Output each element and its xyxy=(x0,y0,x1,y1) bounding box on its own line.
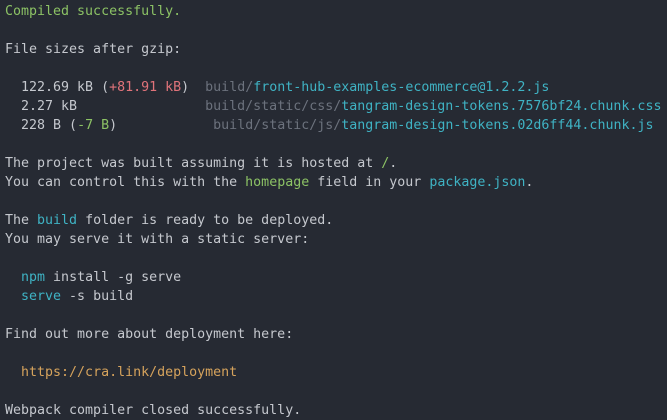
terminal-text: 2.27 kB xyxy=(5,99,206,114)
terminal-line: Compiled successfully. xyxy=(5,2,667,21)
terminal-text: ) xyxy=(181,80,206,95)
terminal-text: -s build xyxy=(61,289,134,304)
terminal-text: homepage xyxy=(245,175,310,190)
terminal-text: build xyxy=(37,213,78,228)
terminal-line: npm install -g serve xyxy=(5,268,667,287)
terminal-text: build/static/js/ xyxy=(213,118,342,133)
terminal-line: You may serve it with a static server: xyxy=(5,230,667,249)
terminal-text: Compiled successfully. xyxy=(5,4,182,19)
terminal-text: You may serve it with a static server: xyxy=(5,232,310,247)
terminal-text: 122.69 kB ( xyxy=(5,80,110,95)
terminal-line: serve -s build xyxy=(5,287,667,306)
terminal-line: 228 B (-7 B) build/static/js/tangram-des… xyxy=(5,116,667,135)
terminal-output: Compiled successfully. File sizes after g… xyxy=(0,0,667,420)
terminal-text: build/ xyxy=(205,80,254,95)
terminal-text: . xyxy=(525,175,534,190)
terminal-line: https://cra.link/deployment xyxy=(5,363,667,382)
terminal-line: 2.27 kB build/static/css/tangram-design-… xyxy=(5,97,667,116)
terminal-text: folder is ready to be deployed. xyxy=(77,213,334,228)
terminal-text: The project was built assuming it is hos… xyxy=(5,156,382,171)
terminal-line: 122.69 kB (+81.91 kB) build/front-hub-ex… xyxy=(5,78,667,97)
terminal-line: You can control this with the homepage f… xyxy=(5,173,667,192)
terminal-text: The xyxy=(5,213,38,228)
terminal-text: field in your xyxy=(309,175,430,190)
terminal-text: package.json xyxy=(429,175,526,190)
terminal-line: Find out more about deployment here: xyxy=(5,325,667,344)
terminal-text: 228 B ( xyxy=(5,118,78,133)
terminal-text: install -g serve xyxy=(45,270,182,285)
terminal-line: File sizes after gzip: xyxy=(5,40,667,59)
deployment-link[interactable]: https://cra.link/deployment xyxy=(21,365,237,380)
terminal-text: . xyxy=(389,156,398,171)
terminal-text: Find out more about deployment here: xyxy=(5,327,294,342)
terminal-text: npm xyxy=(21,270,46,285)
terminal-text: File sizes after gzip: xyxy=(5,42,182,57)
terminal-text: +81.91 kB xyxy=(109,80,182,95)
terminal-text: tangram-design-tokens.02d6ff44.chunk.js xyxy=(341,118,654,133)
terminal-text: build/static/css/ xyxy=(205,99,342,114)
terminal-text: You can control this with the xyxy=(5,175,246,190)
terminal-line: The project was built assuming it is hos… xyxy=(5,154,667,173)
terminal-text: front-hub-examples-ecommerce@1.2.2.js xyxy=(253,80,550,95)
terminal-text: -7 B xyxy=(77,118,110,133)
terminal-text: tangram-design-tokens.7576bf24.chunk.css xyxy=(341,99,662,114)
terminal-text: serve xyxy=(21,289,62,304)
terminal-line: The build folder is ready to be deployed… xyxy=(5,211,667,230)
terminal-line: Webpack compiler closed successfully. xyxy=(5,401,667,420)
terminal-text: Webpack compiler closed successfully. xyxy=(5,403,302,418)
terminal-text: ) xyxy=(109,118,214,133)
